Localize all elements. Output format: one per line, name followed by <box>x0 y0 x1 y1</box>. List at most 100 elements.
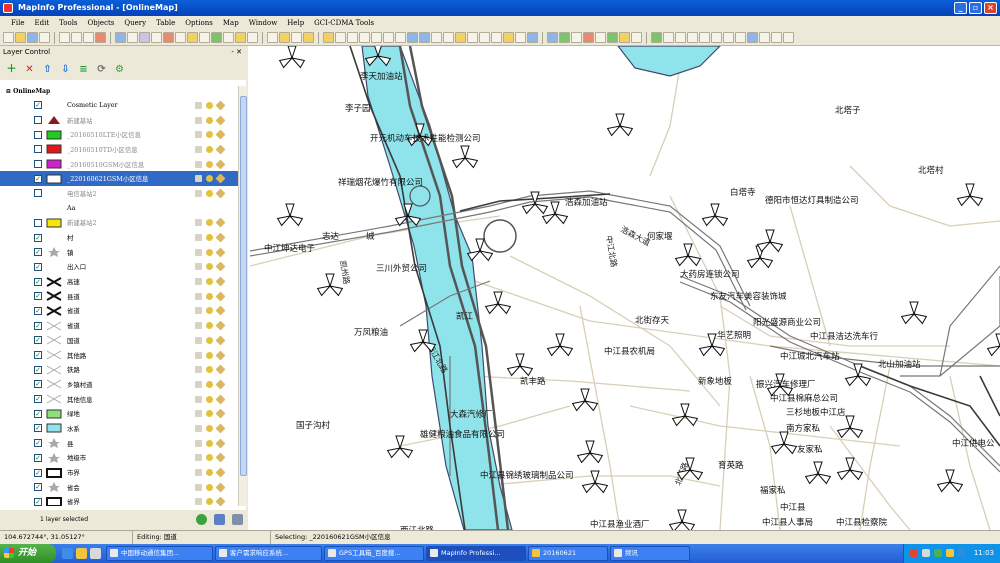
label-icon[interactable] <box>215 423 226 434</box>
quicklaunch-ie-icon[interactable] <box>62 548 73 559</box>
layer-style-swatch[interactable] <box>46 130 62 140</box>
tray-network-icon[interactable] <box>934 549 942 557</box>
paste-icon[interactable] <box>83 32 94 43</box>
layer-row[interactable]: 铁路 <box>0 362 238 377</box>
move-up-icon[interactable]: ⇧ <box>41 63 54 76</box>
selectable-icon[interactable] <box>206 469 213 477</box>
help-icon[interactable] <box>247 32 258 43</box>
selectable-icon[interactable] <box>206 189 213 197</box>
tool-a-icon[interactable] <box>547 32 558 43</box>
selectable-icon[interactable] <box>206 395 213 403</box>
hotlink-icon[interactable] <box>235 32 246 43</box>
layer-properties-icon[interactable]: ⚙ <box>113 63 126 76</box>
layer-visibility-checkbox[interactable] <box>34 453 42 462</box>
stats-icon[interactable] <box>223 32 234 43</box>
layer-style-swatch[interactable] <box>46 467 62 478</box>
menu-edit[interactable]: Edit <box>29 19 54 27</box>
layer-visibility-checkbox[interactable] <box>34 116 42 125</box>
panel-header-buttons[interactable]: - ✕ <box>231 46 242 58</box>
copy-icon[interactable] <box>71 32 82 43</box>
layer-style-swatch[interactable] <box>46 262 62 272</box>
layer-row[interactable]: _20160510LTE小区信息 <box>0 127 238 142</box>
layer-row[interactable]: 新建基站2 <box>0 216 238 231</box>
layer-visibility-checkbox[interactable] <box>34 160 42 169</box>
editable-icon[interactable] <box>195 160 202 168</box>
layer-row[interactable]: Cosmetic Layer <box>0 98 238 113</box>
label-icon[interactable] <box>215 291 226 302</box>
tray-app-icon[interactable] <box>910 549 918 557</box>
editable-icon[interactable] <box>195 175 202 183</box>
remove-layer-icon[interactable]: ✕ <box>23 63 36 76</box>
layer-style-swatch[interactable] <box>46 247 62 258</box>
selectable-icon[interactable] <box>206 116 213 124</box>
editable-icon[interactable] <box>195 131 202 139</box>
editable-icon[interactable] <box>195 101 202 109</box>
label-icon[interactable] <box>215 261 226 272</box>
selectable-icon[interactable] <box>206 410 213 418</box>
info-tool-icon[interactable] <box>455 32 466 43</box>
map-window[interactable]: 西江北路 浩森大道 中江北路 凯州路 北塔路 李天加油站李子园 北塔子开元机动车技… <box>250 46 1000 530</box>
menu-gci-cdma-tools[interactable]: GCI-CDMA Tools <box>309 19 379 27</box>
help-panel-icon[interactable] <box>232 514 243 525</box>
editable-icon[interactable] <box>195 454 202 462</box>
label-icon[interactable] <box>215 350 226 360</box>
label-icon[interactable] <box>215 100 226 111</box>
layer-style-swatch[interactable] <box>46 409 62 419</box>
layer-row[interactable]: 村 <box>0 230 238 245</box>
layer-row[interactable]: _220160621GSM小区信息 <box>0 171 238 187</box>
graph-icon[interactable] <box>139 32 150 43</box>
apply-icon[interactable] <box>214 514 225 525</box>
task-china-mobile[interactable]: 中国移动通信集团... <box>106 546 213 561</box>
selectable-icon[interactable] <box>206 278 213 286</box>
rectangle-icon[interactable] <box>723 32 734 43</box>
layer-style-swatch[interactable] <box>46 335 62 345</box>
layer-style-swatch[interactable] <box>46 438 62 449</box>
layer-style-swatch[interactable] <box>46 203 62 213</box>
ellipse-icon[interactable] <box>711 32 722 43</box>
new-map-icon[interactable] <box>115 32 126 43</box>
label-icon[interactable] <box>215 217 226 228</box>
task-gps-toolbox[interactable]: GPS工具箱_百度搜... <box>324 546 424 561</box>
drag-window-icon[interactable] <box>491 32 502 43</box>
editable-icon[interactable] <box>195 116 202 124</box>
layer-row[interactable]: 省道 <box>0 304 238 319</box>
grabber-icon[interactable] <box>443 32 454 43</box>
layer-control-icon[interactable] <box>503 32 514 43</box>
layer-visibility-checkbox[interactable] <box>34 497 42 506</box>
selectable-icon[interactable] <box>206 101 213 109</box>
legend-icon[interactable] <box>211 32 222 43</box>
selectable-icon[interactable] <box>206 160 213 168</box>
layer-visibility-checkbox[interactable] <box>34 248 42 257</box>
layer-style-swatch[interactable] <box>46 321 62 331</box>
layer-visibility-checkbox[interactable] <box>34 145 42 154</box>
layer-style-swatch[interactable] <box>46 276 62 287</box>
label-icon[interactable] <box>215 115 226 125</box>
label-icon[interactable] <box>215 467 226 478</box>
layer-row[interactable]: 县 <box>0 436 238 451</box>
hotlink-tool-icon[interactable] <box>467 32 478 43</box>
layer-row[interactable]: 镇 <box>0 245 238 260</box>
selectable-icon[interactable] <box>206 439 213 447</box>
tool-b-icon[interactable] <box>559 32 570 43</box>
sql-icon[interactable] <box>175 32 186 43</box>
layer-style-swatch[interactable] <box>46 394 62 404</box>
selectable-icon[interactable] <box>206 234 213 242</box>
layer-visibility-checkbox[interactable] <box>34 351 42 360</box>
maximize-button[interactable]: ▫ <box>969 2 982 14</box>
editable-icon[interactable] <box>195 395 202 403</box>
selectable-icon[interactable] <box>206 424 213 432</box>
menu-map[interactable]: Map <box>218 19 244 27</box>
task-folder-20160621[interactable]: 20160621 <box>528 546 608 561</box>
layer-style-swatch[interactable] <box>46 365 62 375</box>
polyline-icon[interactable] <box>675 32 686 43</box>
arc-icon[interactable] <box>687 32 698 43</box>
minimize-button[interactable]: _ <box>954 2 967 14</box>
label-icon[interactable] <box>215 159 226 170</box>
editable-icon[interactable] <box>195 278 202 286</box>
layer-tree-scrollbar[interactable] <box>238 86 247 506</box>
tool-f-icon[interactable] <box>607 32 618 43</box>
label-icon[interactable] <box>215 306 226 316</box>
tool-c-icon[interactable] <box>571 32 582 43</box>
layer-visibility-checkbox[interactable] <box>34 218 42 227</box>
layer-style-swatch[interactable] <box>46 379 62 389</box>
